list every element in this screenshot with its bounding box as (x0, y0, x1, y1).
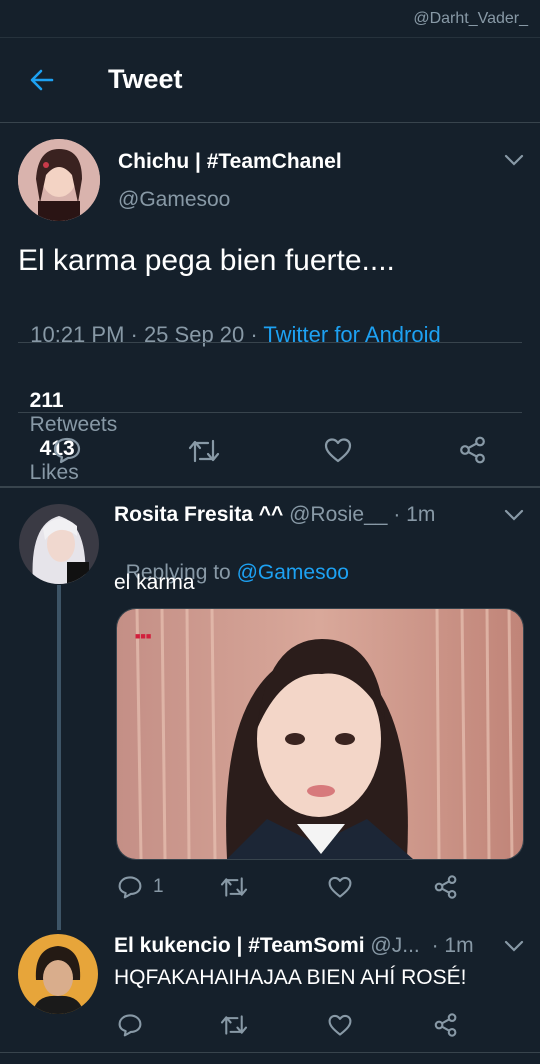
retweet-icon[interactable] (187, 437, 221, 465)
svg-text:■■■: ■■■ (135, 631, 151, 641)
avatar[interactable] (19, 504, 99, 584)
header-divider (0, 122, 540, 123)
reply-author-handle[interactable]: @Rosie__ (289, 503, 387, 526)
engagement-stats: 211 Retweets 413 Likes (18, 365, 118, 485)
back-arrow-icon[interactable] (28, 66, 56, 94)
reply-count: 1 (153, 876, 164, 897)
status-divider (0, 37, 540, 38)
replying-to-handle[interactable]: @Gamesoo (237, 561, 349, 584)
stats-divider-top (18, 342, 522, 343)
page-title: Tweet (108, 64, 183, 94)
share-icon[interactable] (458, 435, 488, 465)
reply-icon[interactable] (52, 435, 82, 465)
reply-icon[interactable] (117, 874, 143, 900)
retweets-count[interactable]: 211 (30, 389, 64, 412)
tweet-text: El karma pega bien fuerte.... (18, 244, 395, 277)
like-heart-icon[interactable] (327, 1012, 353, 1038)
reply-text: el karma (114, 571, 195, 594)
reply-author-name[interactable]: Rosita Fresita ^^ (114, 503, 283, 526)
reply-author-name[interactable]: El kukencio | #TeamSomi (114, 934, 365, 957)
share-icon[interactable] (433, 874, 459, 900)
author-handle[interactable]: @Gamesoo (118, 188, 230, 212)
reply-time: · 1m (393, 503, 436, 526)
reply-text: HQFAKAHAIHAJAA BIEN AHÍ ROSÉ! (114, 966, 467, 989)
main-tweet-divider (0, 486, 540, 488)
tweet-source-link[interactable]: Twitter for Android (263, 322, 440, 347)
author-name[interactable]: Chichu | #TeamChanel (118, 150, 342, 174)
tweet-timestamp: 10:21 PM · 25 Sep 20 · (30, 322, 264, 347)
like-heart-icon[interactable] (323, 435, 353, 465)
reply-icon[interactable] (117, 1012, 143, 1038)
thread-line (57, 585, 61, 930)
stats-divider-bottom (18, 412, 522, 413)
bottom-divider (0, 1052, 540, 1053)
reply-time: · 1m (431, 934, 474, 957)
share-icon[interactable] (433, 1012, 459, 1038)
media-thumbnail[interactable]: ■■■ (116, 608, 524, 860)
retweet-icon[interactable] (219, 1013, 249, 1037)
chevron-down-icon[interactable] (503, 507, 525, 523)
like-heart-icon[interactable] (327, 874, 353, 900)
avatar[interactable] (18, 934, 98, 1014)
retweets-label[interactable]: Retweets (30, 413, 118, 436)
avatar[interactable] (18, 139, 100, 221)
chevron-down-icon[interactable] (503, 938, 525, 954)
reply-author-handle[interactable]: @J... (370, 934, 419, 957)
watermark: @Darht_Vader_ (413, 10, 528, 27)
retweet-icon[interactable] (219, 875, 249, 899)
chevron-down-icon[interactable] (503, 152, 525, 168)
